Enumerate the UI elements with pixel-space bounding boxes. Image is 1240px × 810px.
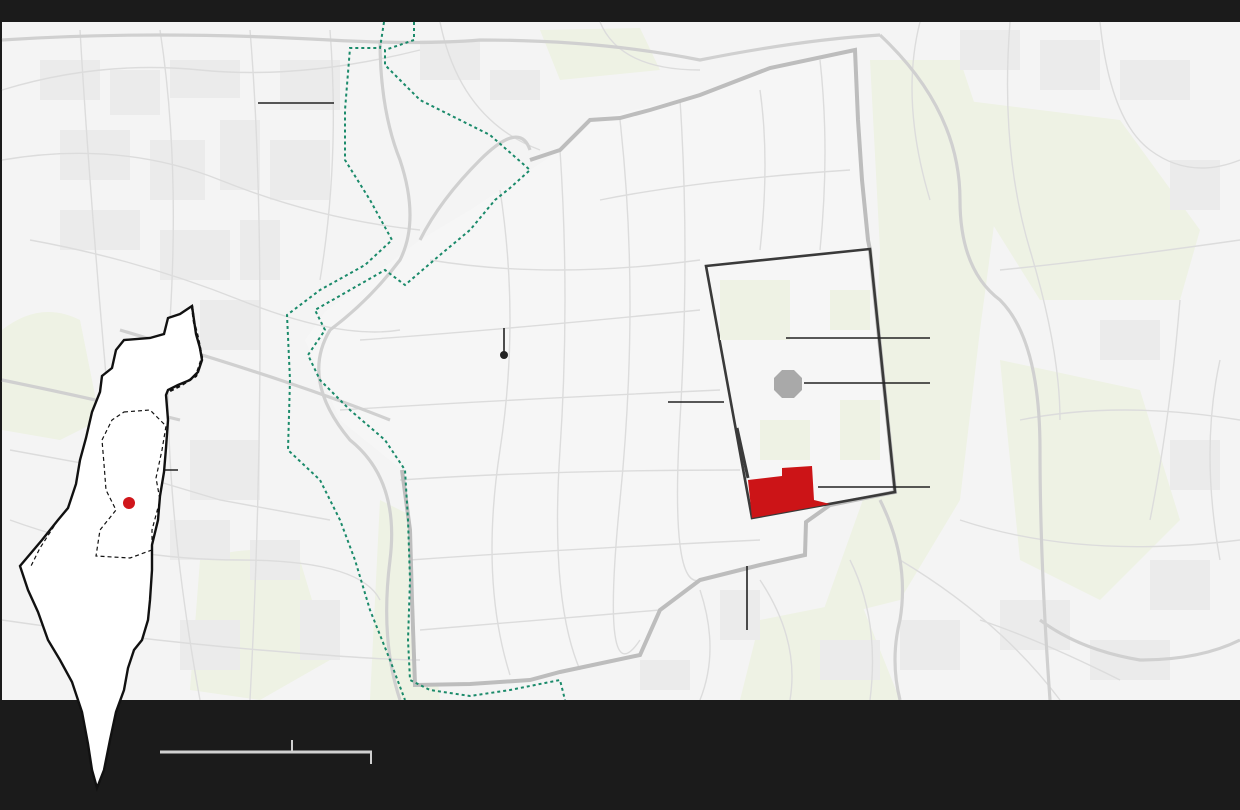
bottom-band	[0, 700, 1240, 810]
jerusalem-map	[0, 0, 1240, 810]
jerusalem-dot	[123, 497, 135, 509]
octagon-dome-icon	[774, 370, 802, 398]
map-figure	[0, 0, 1240, 810]
